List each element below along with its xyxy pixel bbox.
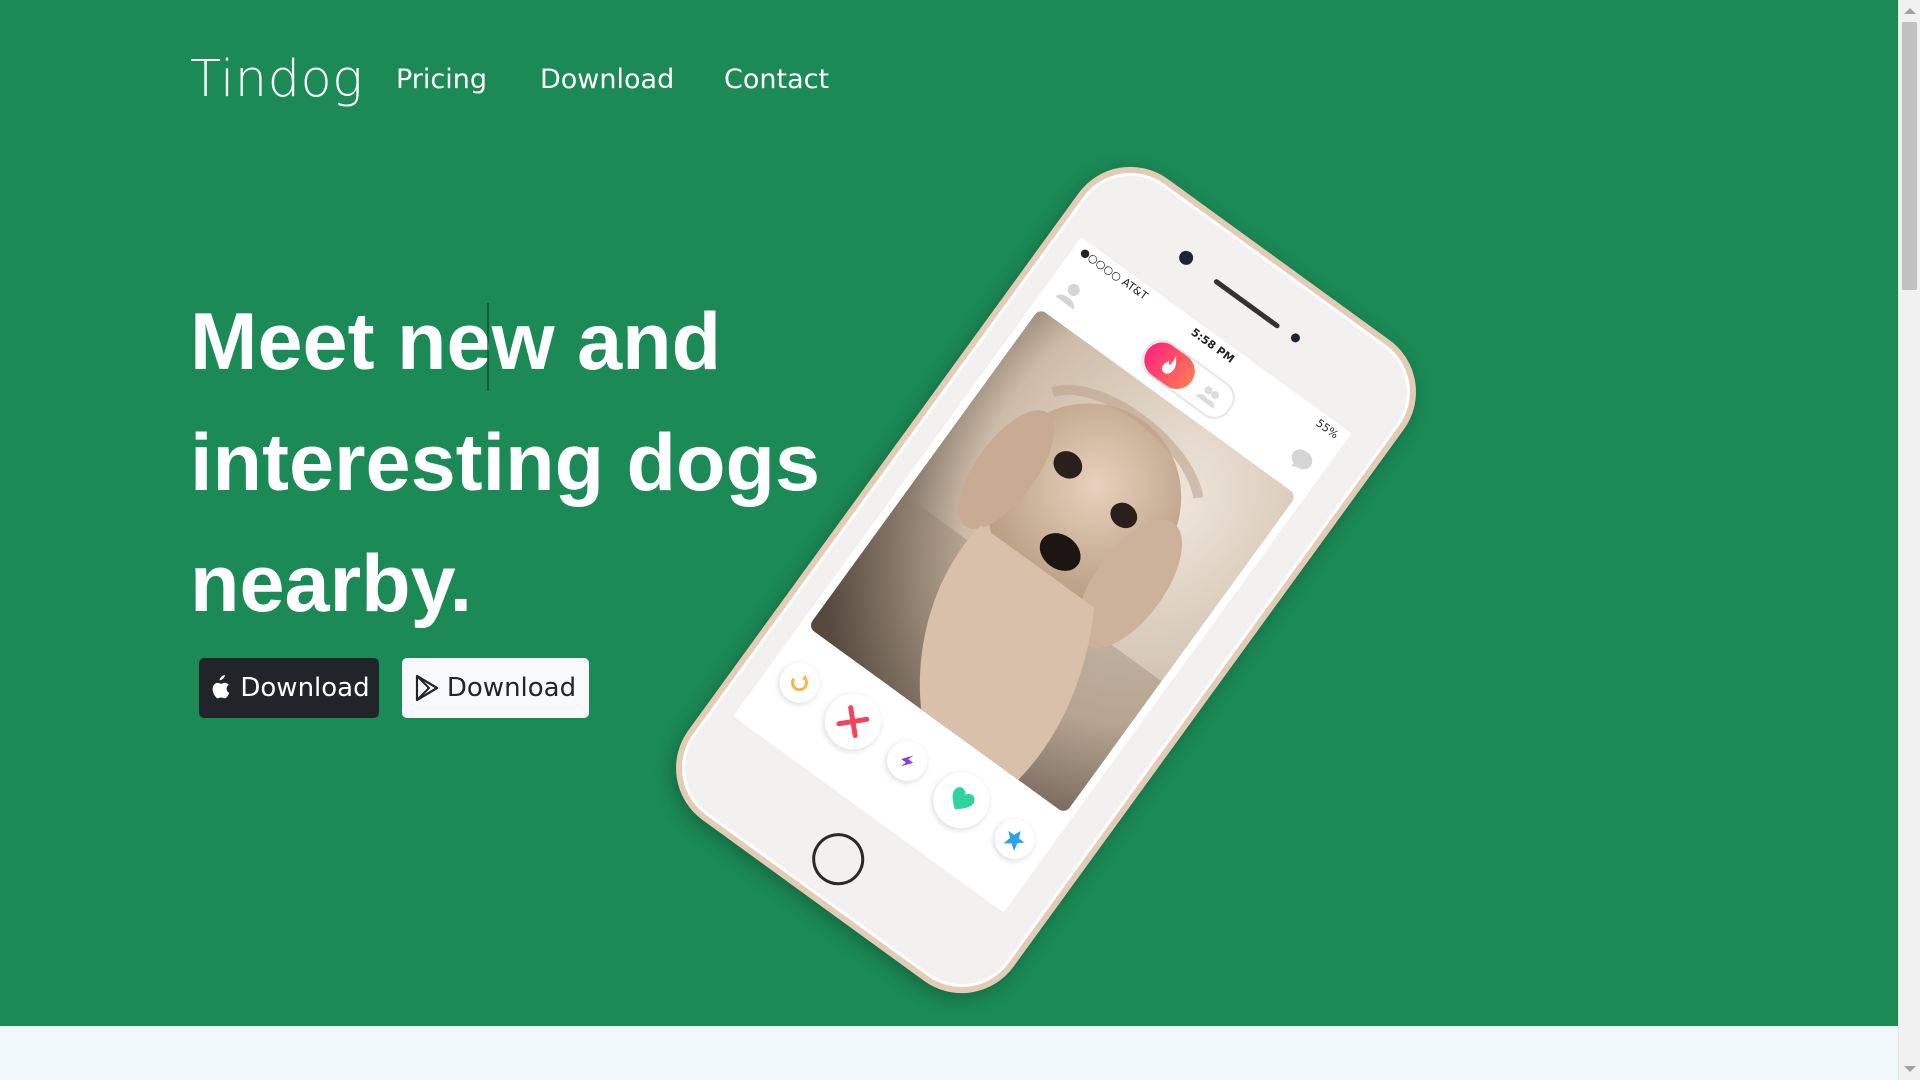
like-button [922,761,1001,840]
headline-line-3: nearby. [190,539,473,629]
apple-icon [208,675,232,701]
headline-line-1: Meet new and [190,297,722,387]
group-icon [1195,386,1220,409]
scroll-thumb[interactable] [1902,22,1917,290]
speaker-grille [1212,278,1281,330]
google-play-icon [415,675,439,701]
download-apple-button[interactable]: Download [199,658,379,718]
front-camera-icon [1176,248,1196,268]
nav-link-contact[interactable]: Contact [724,64,829,95]
headline-line-2: interesting dogs [190,418,821,508]
hero-section: Tindog Pricing Download Contact Meet new… [0,0,1898,1026]
chat-bubbles-icon [1290,449,1313,470]
nav-link-pricing[interactable]: Pricing [396,64,487,95]
lightning-icon [900,755,914,767]
download-apple-label: Download [240,673,370,703]
home-button [801,822,875,896]
scroll-down-arrow-icon[interactable] [1904,1066,1916,1072]
rewind-icon [791,674,809,692]
profile-icon [1055,283,1080,310]
super-like-button [986,811,1043,868]
rewind-button [771,654,828,711]
nav-link-download[interactable]: Download [540,64,674,95]
next-section [0,1026,1898,1080]
brand-logo[interactable]: Tindog [190,50,363,109]
page: Tindog Pricing Download Contact Meet new… [0,0,1898,1080]
download-google-play-button[interactable]: Download [402,658,589,718]
scroll-up-arrow-icon[interactable] [1904,8,1916,14]
download-google-play-label: Download [446,673,577,703]
star-icon [1003,830,1025,852]
sensor-dot [1289,331,1302,345]
heart-icon [952,787,975,810]
hero-headline: Meet new and interesting dogs nearby. [190,282,870,645]
nope-icon [836,705,870,739]
text-cursor [487,303,489,391]
boost-button [879,732,936,789]
vertical-scrollbar[interactable] [1898,0,1920,1080]
nope-button [813,682,893,761]
